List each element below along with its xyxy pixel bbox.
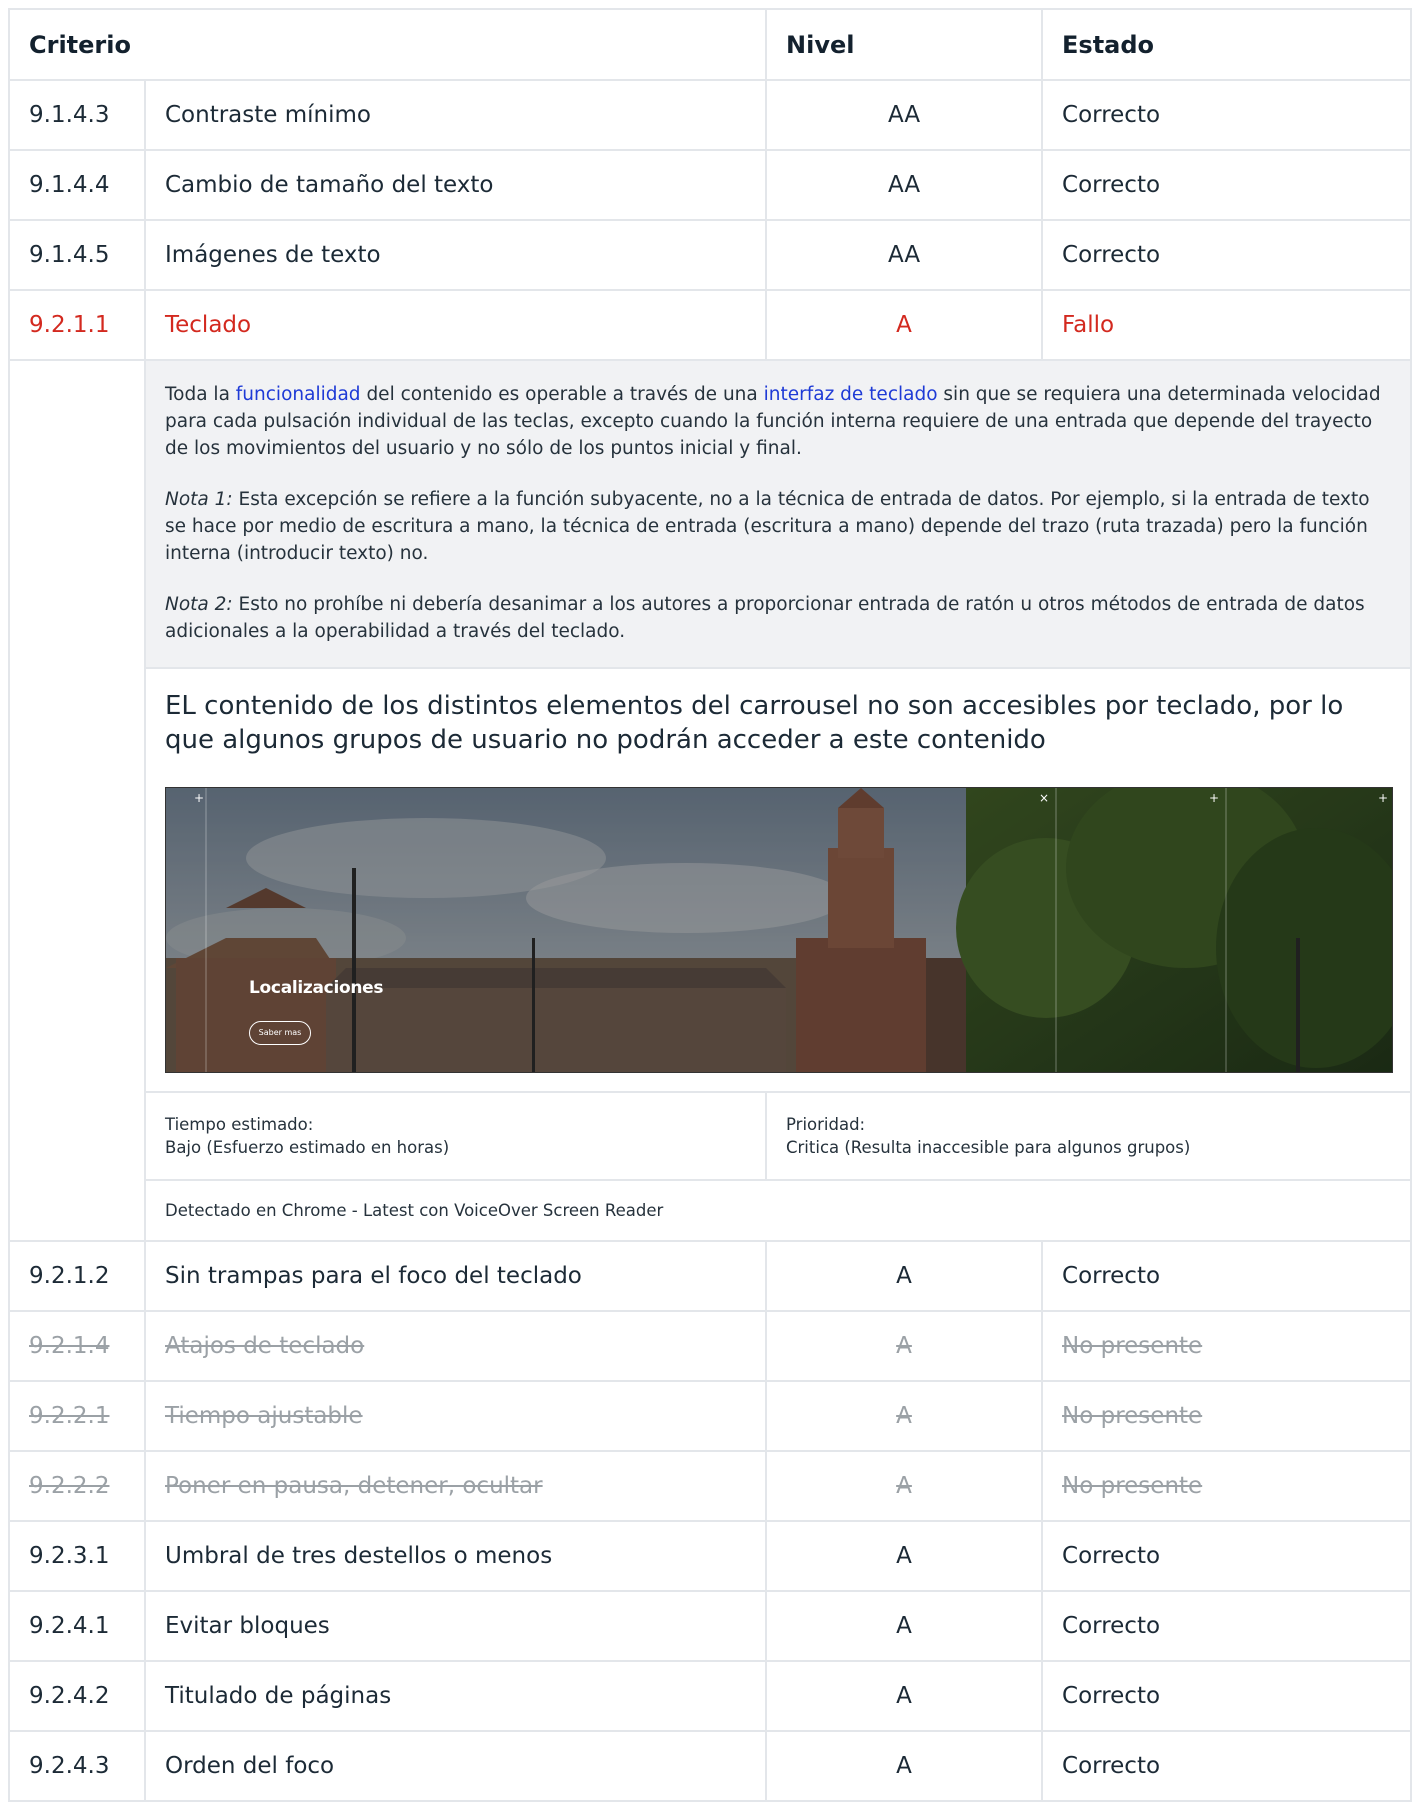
- svg-text:+: +: [194, 791, 204, 805]
- svg-text:+: +: [1378, 791, 1388, 805]
- link-interfaz-de-teclado[interactable]: interfaz de teclado: [764, 384, 938, 405]
- criterion-status: Correcto: [1041, 79, 1413, 151]
- criterion-code: 9.2.1.2: [8, 1240, 146, 1312]
- criterion-status: Correcto: [1041, 149, 1413, 221]
- table-row-failed[interactable]: 9.2.1.1 Teclado A Fallo: [8, 289, 1413, 361]
- definition-text: del contenido es operable a través de un…: [360, 384, 764, 405]
- criterion-level: A: [765, 1240, 1044, 1312]
- criterion-name: Atajos de teclado: [143, 1310, 768, 1382]
- table-row: 9.1.4.4 Cambio de tamaño del texto AA Co…: [8, 149, 1413, 221]
- criterion-definition: Toda la funcionalidad del contenido es o…: [146, 361, 1411, 669]
- detail-indent: [8, 360, 146, 1241]
- criteria-table-container: Criterio Nivel Estado 9.1.4.3 Contraste …: [7, 8, 1413, 1802]
- definition-paragraph: Toda la funcionalidad del contenido es o…: [165, 381, 1391, 462]
- issue-description: EL contenido de los distintos elementos …: [165, 691, 1344, 755]
- criterion-level: A: [765, 1660, 1044, 1732]
- priority-value: Critica (Resulta inaccesible para alguno…: [786, 1138, 1191, 1157]
- table-row: 9.1.4.5 Imágenes de texto AA Correcto: [8, 219, 1413, 291]
- criterion-level: A: [765, 289, 1044, 361]
- criterion-code: 9.2.1.4: [8, 1310, 146, 1382]
- detected-in: Detectado en Chrome - Latest con VoiceOv…: [146, 1179, 1411, 1240]
- criterion-status: Correcto: [1041, 1660, 1413, 1732]
- criterion-code: 9.1.4.5: [8, 219, 146, 291]
- table-row: 9.2.1.2 Sin trampas para el foco del tec…: [8, 1240, 1413, 1312]
- svg-text:+: +: [1209, 791, 1219, 805]
- criterion-code: 9.2.2.2: [8, 1450, 146, 1522]
- criterion-level: A: [765, 1380, 1044, 1452]
- failure-detail: Toda la funcionalidad del contenido es o…: [143, 359, 1413, 1242]
- criterion-code: 9.2.4.2: [8, 1660, 146, 1732]
- criterion-code: 9.2.4.1: [8, 1590, 146, 1662]
- table-row: 9.2.4.1 Evitar bloques A Correcto: [8, 1590, 1413, 1662]
- table-header-row: Criterio Nivel Estado: [7, 8, 1413, 81]
- criterion-name: Orden del foco: [143, 1730, 768, 1802]
- failure-detail-row: Toda la funcionalidad del contenido es o…: [8, 359, 1413, 1242]
- criterion-level: A: [765, 1730, 1044, 1802]
- table-row-not-present: 9.2.1.4 Atajos de teclado A No presente: [8, 1310, 1413, 1382]
- criterion-name: Titulado de páginas: [143, 1660, 768, 1732]
- criterion-status: No presente: [1041, 1380, 1413, 1452]
- priority-label: Prioridad:: [786, 1115, 866, 1134]
- header-criterio: Criterio: [7, 8, 768, 81]
- criterion-name: Tiempo ajustable: [143, 1380, 768, 1452]
- criterion-level: AA: [765, 219, 1044, 291]
- table-row: 9.2.4.2 Titulado de páginas A Correcto: [8, 1660, 1413, 1732]
- criterion-name: Contraste mínimo: [143, 79, 768, 151]
- note-1: Nota 1: Esta excepción se refiere a la f…: [165, 486, 1391, 567]
- criterion-status: Correcto: [1041, 1240, 1413, 1312]
- priority: Prioridad: Critica (Resulta inaccesible …: [767, 1093, 1209, 1179]
- criterion-code: 9.2.2.1: [8, 1380, 146, 1452]
- criterion-status: Correcto: [1041, 1520, 1413, 1592]
- criteria-table: Criterio Nivel Estado 9.1.4.3 Contraste …: [7, 8, 1413, 1802]
- table-row: 9.1.4.3 Contraste mínimo AA Correcto: [8, 79, 1413, 151]
- note-2-text: Esto no prohíbe ni debería desanimar a l…: [165, 594, 1365, 642]
- definition-text: Toda la: [165, 384, 236, 405]
- criterion-status: Correcto: [1041, 1730, 1413, 1802]
- estimated-time-value: Bajo (Esfuerzo estimado en horas): [165, 1138, 450, 1157]
- criterion-level: AA: [765, 79, 1044, 151]
- criterion-name: Imágenes de texto: [143, 219, 768, 291]
- criterion-status: Correcto: [1041, 1590, 1413, 1662]
- criterion-level: A: [765, 1590, 1044, 1662]
- note-1-text: Esta excepción se refiere a la función s…: [165, 489, 1370, 564]
- criterion-code: 9.1.4.4: [8, 149, 146, 221]
- criterion-code: 9.2.1.1: [8, 289, 146, 361]
- criterion-name: Umbral de tres destellos o menos: [143, 1520, 768, 1592]
- header-estado: Estado: [1041, 8, 1413, 81]
- criterion-code: 9.1.4.3: [8, 79, 146, 151]
- criterion-name: Evitar bloques: [143, 1590, 768, 1662]
- criterion-status: No presente: [1041, 1450, 1413, 1522]
- table-row-not-present: 9.2.2.2 Poner en pausa, detener, ocultar…: [8, 1450, 1413, 1522]
- estimated-time: Tiempo estimado: Bajo (Esfuerzo estimado…: [146, 1093, 767, 1179]
- criterion-level: AA: [765, 149, 1044, 221]
- criterion-status: Fallo: [1041, 289, 1413, 361]
- carousel-screenshot: + × + + Localizaciones Saber mas: [165, 787, 1393, 1073]
- carousel-photo: + × + +: [166, 788, 1392, 1072]
- criterion-status: No presente: [1041, 1310, 1413, 1382]
- carousel-slide-button: Saber mas: [249, 1021, 311, 1045]
- note-1-label: Nota 1:: [165, 489, 233, 510]
- criterion-code: 9.2.3.1: [8, 1520, 146, 1592]
- header-nivel: Nivel: [765, 8, 1044, 81]
- estimate-priority: Tiempo estimado: Bajo (Esfuerzo estimado…: [146, 1091, 1411, 1179]
- criterion-name: Cambio de tamaño del texto: [143, 149, 768, 221]
- criterion-name: Teclado: [143, 289, 768, 361]
- table-row: 9.2.3.1 Umbral de tres destellos o menos…: [8, 1520, 1413, 1592]
- criterion-level: A: [765, 1450, 1044, 1522]
- note-2: Nota 2: Esto no prohíbe ni debería desan…: [165, 591, 1391, 645]
- estimated-time-label: Tiempo estimado:: [165, 1115, 314, 1134]
- criterion-level: A: [765, 1520, 1044, 1592]
- criterion-name: Sin trampas para el foco del teclado: [143, 1240, 768, 1312]
- link-funcionalidad[interactable]: funcionalidad: [236, 384, 361, 405]
- carousel-slide-title: Localizaciones: [249, 978, 384, 998]
- svg-text:×: ×: [1039, 791, 1049, 805]
- criterion-code: 9.2.4.3: [8, 1730, 146, 1802]
- note-2-label: Nota 2:: [165, 594, 233, 615]
- criterion-name: Poner en pausa, detener, ocultar: [143, 1450, 768, 1522]
- table-row: 9.2.4.3 Orden del foco A Correcto: [8, 1730, 1413, 1802]
- criterion-status: Correcto: [1041, 219, 1413, 291]
- table-row-not-present: 9.2.2.1 Tiempo ajustable A No presente: [8, 1380, 1413, 1452]
- criterion-level: A: [765, 1310, 1044, 1382]
